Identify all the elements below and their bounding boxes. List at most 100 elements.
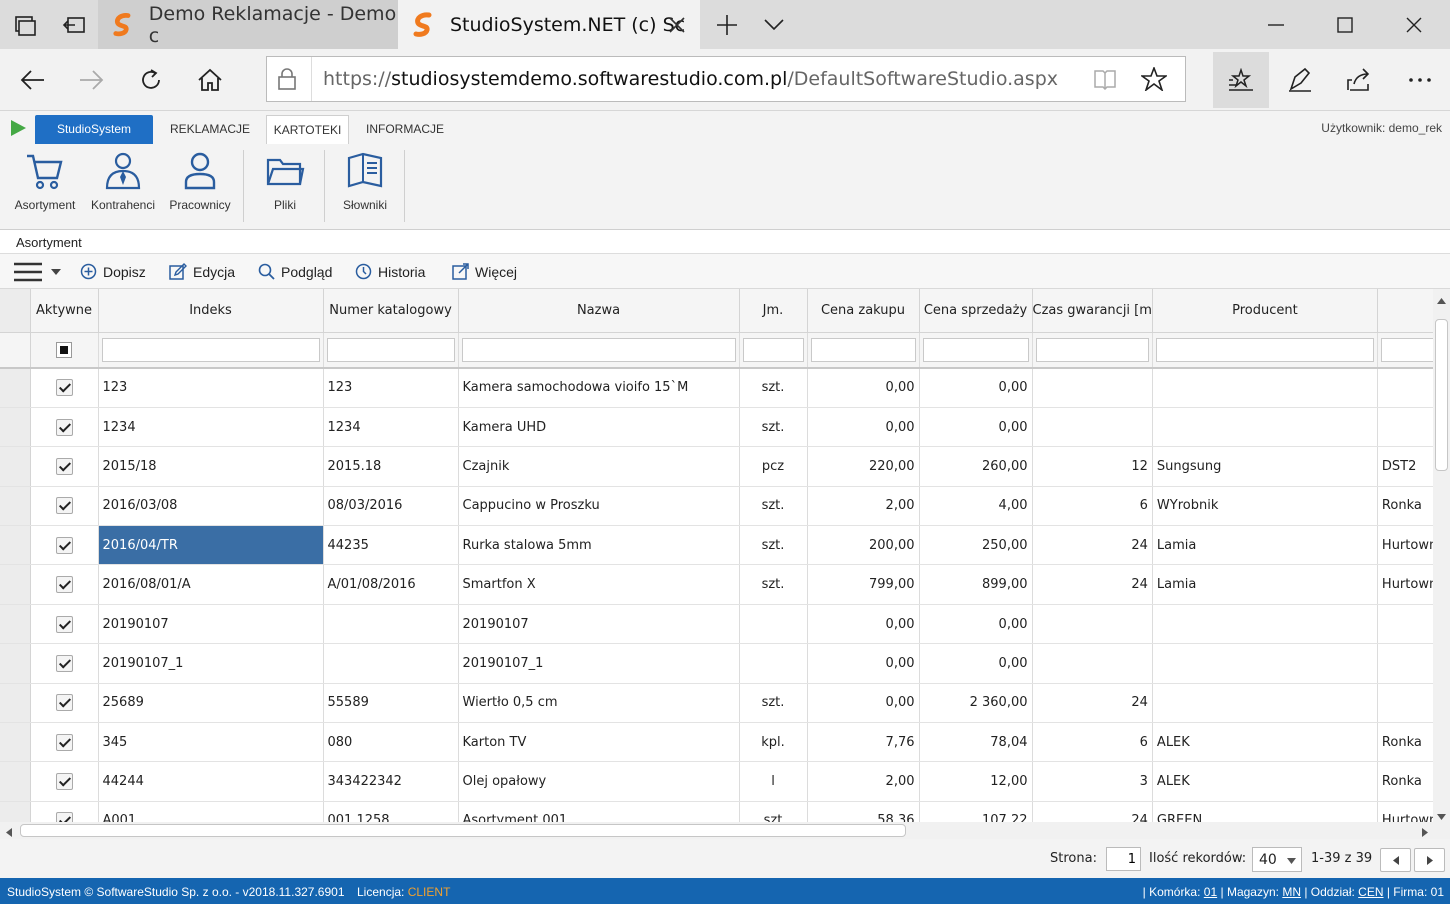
cell-producent[interactable]: ALEK [1152,761,1378,802]
row-header[interactable] [0,604,31,645]
cell-indeks[interactable]: 25689 [98,683,324,724]
cell-cena-sprzedazy[interactable]: 0,00 [919,643,1033,684]
cell-aktywne[interactable] [30,643,99,684]
col-numer-katalogowy[interactable]: Numer katalogowy [323,289,459,333]
filter-producent-input[interactable] [1155,337,1374,362]
col-cena-sprzedazy[interactable]: Cena sprzedaży [919,289,1033,333]
browser-tab-1[interactable]: Demo Reklamacje - Demo c [98,0,398,49]
table-row[interactable]: 20190107_1 20190107_1 0,00 0,00 [0,643,1446,684]
cell-producent[interactable] [1152,643,1378,684]
scroll-up-arrow-icon[interactable] [1437,293,1446,308]
table-row[interactable]: 25689 55589 Wiertło 0,5 cm szt. 0,00 2 360,00… [0,683,1446,724]
filter-sprzedaz-input[interactable] [922,337,1029,362]
active-checkbox[interactable] [55,773,73,791]
back-tabs-icon[interactable] [50,0,98,49]
table-row[interactable]: 1234 1234 Kamera UHD szt. 0,00 0,00 [0,407,1446,448]
dropdown-arrow-icon[interactable] [50,254,62,289]
cell-nazwa[interactable]: Czajnik [458,446,740,487]
vertical-scroll-thumb[interactable] [1435,319,1448,471]
row-header[interactable] [0,683,31,724]
cell-cena-zakupu[interactable]: 799,00 [807,564,920,605]
tab-studiosystem[interactable]: StudioSystem [35,115,153,144]
cell-producent[interactable] [1152,604,1378,645]
active-checkbox[interactable] [55,418,73,436]
row-header[interactable] [0,446,31,487]
page-input[interactable] [1106,847,1141,871]
cell-cena-sprzedazy[interactable]: 260,00 [919,446,1033,487]
wiecej-button[interactable]: Więcej [452,254,517,289]
cell-nazwa[interactable]: 20190107 [458,604,740,645]
row-header[interactable] [0,564,31,605]
row-header[interactable] [0,761,31,802]
cell-cena-zakupu[interactable]: 220,00 [807,446,920,487]
cell-indeks[interactable]: 2016/08/01/A [98,564,324,605]
cell-numer-katalogowy[interactable]: 44235 [323,525,459,566]
ribbon-kontrahenci-button[interactable]: Kontrahenci [88,152,158,222]
browser-tab-2[interactable]: StudioSystem.NET (c) Sc [398,0,700,49]
tab-kartoteki[interactable]: KARTOTEKI [266,115,349,144]
filter-gwarancja-input[interactable] [1035,337,1149,362]
cell-aktywne[interactable] [30,801,99,822]
cell-indeks[interactable]: 123 [98,368,324,408]
cell-cena-sprzedazy[interactable]: 12,00 [919,761,1033,802]
cell-producent[interactable] [1152,683,1378,724]
cell-cena-sprzedazy[interactable]: 0,00 [919,604,1033,645]
cell-cena-sprzedazy[interactable]: 0,00 [919,407,1033,448]
cell-producent[interactable]: ALEK [1152,722,1378,763]
cell-jm[interactable] [739,604,808,645]
close-window-icon[interactable] [1391,0,1437,49]
cell-aktywne[interactable] [30,604,99,645]
ribbon-asortyment-button[interactable]: Asortyment [8,152,82,222]
filter-nazwa-input[interactable] [461,337,736,362]
cell-czas-gwarancji[interactable]: 24 [1032,564,1153,605]
cell-czas-gwarancji[interactable]: 3 [1032,761,1153,802]
ribbon-slowniki-button[interactable]: Słowniki [333,152,397,222]
vertical-scrollbar[interactable] [1433,289,1450,822]
cell-nazwa[interactable]: Kamera samochodowa vioifo 15`M [458,368,740,408]
ribbon-pracownicy-button[interactable]: Pracownicy [165,152,235,222]
active-checkbox[interactable] [55,497,73,515]
row-header[interactable] [0,486,31,527]
cell-cena-sprzedazy[interactable]: 107,22 [919,801,1033,822]
cell-indeks[interactable]: A001 [98,801,324,822]
tab-list-chevron-icon[interactable] [752,0,796,49]
cell-nazwa[interactable]: Wiertło 0,5 cm [458,683,740,724]
cell-aktywne[interactable] [30,486,99,527]
cell-producent[interactable] [1152,407,1378,448]
cell-cena-zakupu[interactable]: 2,00 [807,486,920,527]
tab-reklamacje[interactable]: REKLAMACJE [163,115,257,144]
cell-indeks[interactable]: 44244 [98,761,324,802]
cell-producent[interactable] [1152,368,1378,408]
ribbon-pliki-button[interactable]: Pliki [253,152,317,222]
cell-jm[interactable] [739,643,808,684]
tab-actions-icon[interactable] [0,0,50,49]
cell-indeks[interactable]: 2016/04/TR [98,525,324,566]
cell-aktywne[interactable] [30,407,99,448]
table-row[interactable]: A001 001 1258 Asortyment 001 szt 58,36 107,22… [0,801,1446,822]
cell-numer-katalogowy[interactable]: 08/03/2016 [323,486,459,527]
cell-numer-katalogowy[interactable]: 080 [323,722,459,763]
cell-nazwa[interactable]: Karton TV [458,722,740,763]
maximize-icon[interactable] [1322,0,1368,49]
cell-aktywne[interactable] [30,564,99,605]
home-icon[interactable] [180,49,240,111]
table-row[interactable]: 2015/18 2015.18 Czajnik pcz 220,00 260,00 12 Su… [0,446,1446,487]
refresh-icon[interactable] [121,49,181,111]
cell-cena-sprzedazy[interactable]: 899,00 [919,564,1033,605]
active-checkbox[interactable] [55,812,73,822]
cell-indeks[interactable]: 1234 [98,407,324,448]
cell-producent[interactable]: WYrobnik [1152,486,1378,527]
filter-aktywne[interactable] [30,332,99,369]
horizontal-scrollbar[interactable] [0,822,1450,839]
cell-jm[interactable]: szt. [739,407,808,448]
cell-jm[interactable]: szt. [739,525,808,566]
close-tab-icon[interactable] [660,0,694,49]
cell-czas-gwarancji[interactable]: 24 [1032,801,1153,822]
active-checkbox[interactable] [55,654,73,672]
table-row[interactable]: 2016/04/TR 44235 Rurka stalowa 5mm szt. 200,… [0,525,1446,566]
next-page-button[interactable] [1414,848,1445,872]
row-header[interactable] [0,722,31,763]
forward-arrow-icon[interactable] [62,49,122,111]
magazyn-link[interactable]: MN [1282,885,1301,899]
tab-informacje[interactable]: INFORMACJE [359,115,451,144]
